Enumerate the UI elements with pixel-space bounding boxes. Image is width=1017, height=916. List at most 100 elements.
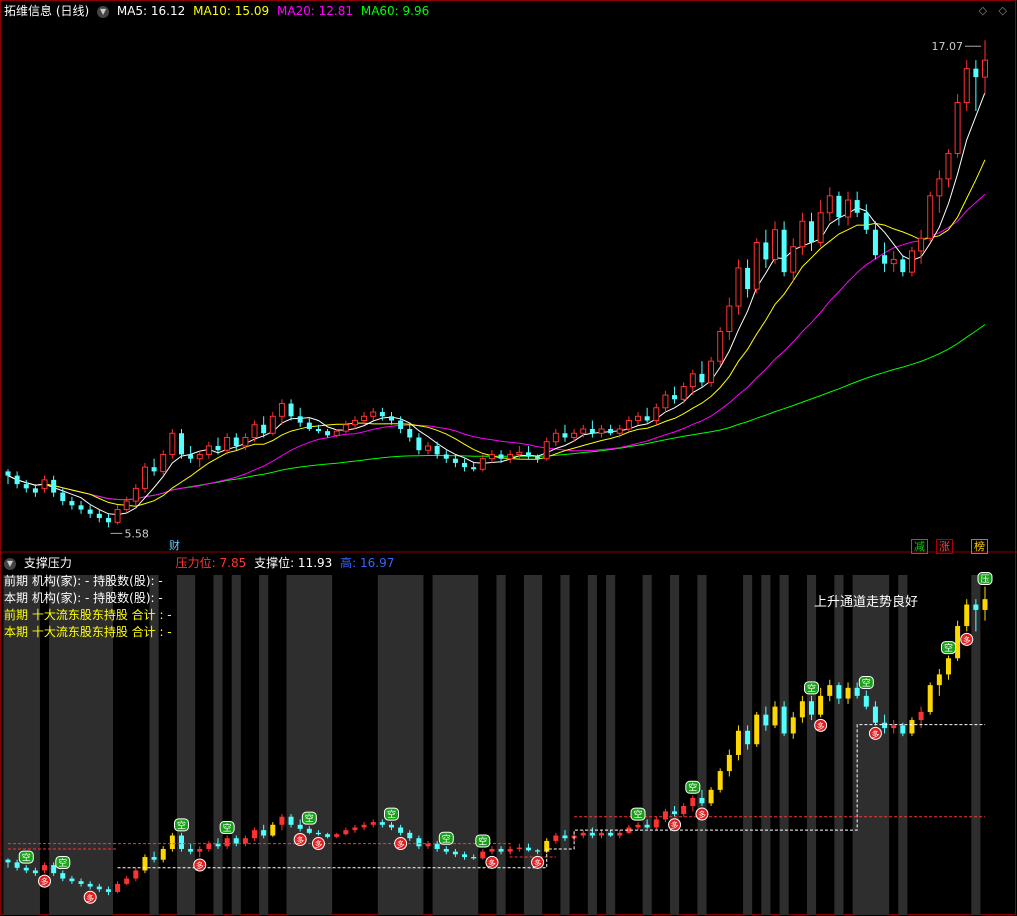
main-candle-up: [945, 152, 952, 180]
main-candle-down: [672, 395, 678, 400]
main-candle-up: [342, 424, 349, 432]
rise-badge[interactable]: 涨: [936, 539, 953, 554]
main-candle-down: [525, 452, 531, 457]
empty-marker-text: 空: [478, 835, 487, 847]
rank-badge[interactable]: 榜: [971, 539, 988, 554]
sub-candle: [909, 720, 915, 734]
sub-candle: [553, 835, 559, 841]
corner-icons[interactable]: ◇ ◇: [979, 4, 1011, 17]
sub-candle: [279, 816, 285, 825]
shaded-band: [587, 575, 597, 915]
sub-candle: [315, 832, 321, 835]
sub-candle: [617, 832, 623, 836]
main-candle-down: [562, 433, 568, 438]
main-candle-down: [388, 416, 394, 421]
main-candle-up: [114, 509, 121, 523]
main-candle-down: [288, 403, 294, 417]
high-label: 17.07: [932, 40, 964, 53]
shaded-band: [779, 575, 789, 915]
sub-candle: [900, 725, 906, 734]
main-candle-down: [471, 467, 477, 470]
many-marker-text: 多: [196, 861, 204, 871]
main-candle-up: [753, 241, 760, 290]
sub-candle: [535, 850, 541, 852]
main-candle-down: [233, 437, 239, 446]
sub-candle: [525, 847, 531, 851]
sub-candle: [151, 857, 157, 860]
main-candle-down: [407, 429, 413, 438]
main-candle-down: [297, 416, 303, 423]
sub-candle: [735, 730, 741, 755]
finance-badge[interactable]: 财: [167, 539, 182, 552]
sub-candle: [178, 835, 184, 849]
main-candle-up: [826, 195, 833, 214]
shaded-band: [286, 575, 333, 915]
main-candle-up: [708, 360, 715, 383]
empty-marker-text: 空: [387, 809, 396, 821]
empty-marker-text: 空: [442, 833, 451, 845]
sub-candle: [945, 658, 951, 675]
main-candle-up: [927, 195, 934, 239]
empty-marker-text: 空: [223, 822, 232, 834]
sub-candle: [827, 685, 833, 696]
shaded-band: [697, 575, 707, 915]
main-candle-up: [817, 212, 824, 243]
sub-candle: [790, 717, 796, 734]
sub-candle: [51, 865, 57, 874]
sub-candle: [653, 819, 659, 828]
sub-candle: [115, 883, 121, 892]
sub-candle: [325, 834, 331, 837]
sub-candle: [799, 701, 805, 718]
collapse-icon[interactable]: ▼: [97, 5, 110, 18]
sub-candle: [863, 695, 869, 707]
main-candle-down: [608, 429, 614, 434]
sub-chart-header: ▼ 支撑压力 压力位: 7.85 支撑位: 11.93 高: 16.97: [4, 555, 398, 571]
main-candle-up: [982, 59, 988, 78]
main-candle-down: [23, 484, 29, 489]
empty-marker-text: 空: [22, 852, 31, 864]
reduce-badge[interactable]: 减: [911, 539, 928, 554]
main-candle-down: [763, 242, 769, 260]
sub-candle: [407, 832, 413, 839]
collapse-icon[interactable]: ▼: [4, 557, 16, 570]
sub-candle: [772, 706, 778, 726]
many-marker-text: 多: [86, 893, 94, 903]
main-candle-down: [5, 471, 11, 476]
main-candle-up: [224, 436, 231, 451]
chart-stage: 17.07 5.58 空多空多空多空空多多空多空空多多空多空多空多空多空多压: [0, 0, 1017, 916]
main-candle-up: [717, 330, 724, 362]
main-candle-down: [178, 433, 184, 455]
many-marker-text: 多: [41, 877, 49, 887]
main-candle-up: [845, 199, 852, 218]
sub-candle: [23, 867, 29, 871]
sub-candle: [124, 878, 130, 884]
sub-candle: [662, 811, 668, 820]
main-candle-down: [498, 454, 504, 459]
main-candle-down: [854, 200, 860, 213]
main-candle-up: [333, 430, 340, 436]
many-marker-text: 多: [671, 820, 679, 830]
sub-candle: [388, 824, 394, 828]
main-candle-up: [196, 453, 203, 460]
main-candle-down: [745, 267, 751, 290]
main-candle-up: [790, 246, 797, 273]
main-candle-down: [78, 505, 84, 510]
sub-candle: [96, 886, 102, 890]
shaded-band: [377, 575, 424, 915]
sub-candle: [809, 701, 815, 715]
info-line: 本期 机构(家): - 持股数(股): -: [4, 591, 163, 605]
sub-candle: [306, 828, 312, 833]
trend-note: 上升通道走势良好: [814, 595, 919, 610]
many-marker-text: 多: [963, 635, 971, 645]
shaded-band: [213, 575, 223, 915]
main-candle-up: [543, 441, 550, 460]
sub-candle: [562, 835, 568, 839]
sub-candle: [635, 824, 641, 828]
main-candle-down: [398, 420, 404, 430]
sub-candle: [452, 851, 458, 855]
many-marker-text: 多: [397, 839, 405, 849]
main-candle-up: [507, 453, 514, 460]
ma10-label: MA10: 15.09: [193, 4, 270, 18]
sub-candle: [854, 687, 860, 696]
main-candle-up: [936, 178, 943, 197]
